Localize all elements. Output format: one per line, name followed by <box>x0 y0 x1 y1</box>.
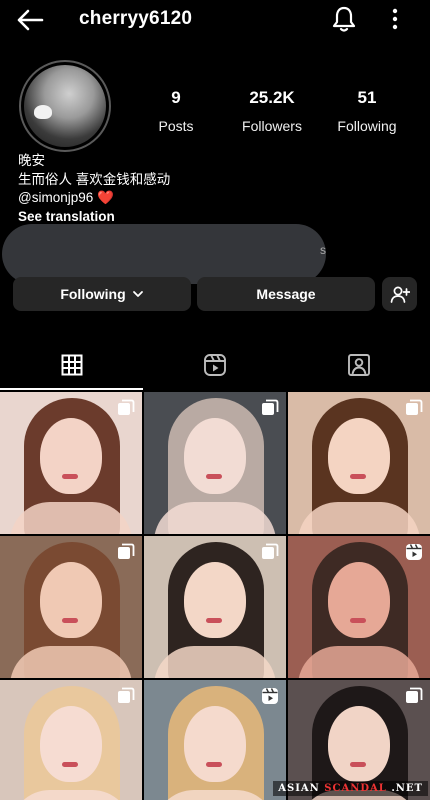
watermark-logo: ASIAN SCANDAL .NET <box>273 781 428 796</box>
following-button[interactable]: Following <box>13 277 191 311</box>
grid-icon <box>61 354 82 376</box>
heart-emoji: ❤️ <box>97 190 114 205</box>
watermark-left: ASIAN <box>278 783 320 794</box>
watermark-mid: SCANDAL <box>324 783 387 794</box>
add-user-icon <box>390 286 410 303</box>
carousel-icon <box>405 399 423 417</box>
followers-label: Followers <box>242 118 302 134</box>
suggested-users-button[interactable] <box>382 277 417 311</box>
carousel-icon <box>405 687 423 705</box>
message-button[interactable]: Message <box>197 277 375 311</box>
profile-tabs <box>0 340 430 390</box>
back-arrow-icon <box>17 9 44 31</box>
carousel-icon <box>261 543 279 561</box>
post-tile[interactable] <box>0 536 142 678</box>
tagged-icon <box>347 354 370 376</box>
back-button[interactable] <box>14 6 46 34</box>
posts-count: 9 <box>171 88 181 107</box>
redacted-text-tail: s <box>320 243 326 257</box>
carousel-icon <box>261 399 279 417</box>
profile-bio: 晚安 生而俗人 喜欢金钱和感动 @simonjp96 ❤️ See transl… <box>18 152 170 226</box>
bell-icon <box>332 6 356 32</box>
carousel-icon <box>117 543 135 561</box>
followers-count: 25.2K <box>249 88 295 107</box>
followers-stat[interactable]: 25.2K Followers <box>232 88 312 136</box>
message-button-label: Message <box>256 286 316 302</box>
post-tile[interactable] <box>144 536 286 678</box>
selected-tab-indicator <box>0 388 143 390</box>
posts-grid <box>0 392 430 800</box>
bio-line-2: 生而俗人 喜欢金钱和感动 <box>18 171 171 187</box>
reels-icon <box>405 543 423 561</box>
posts-stat[interactable]: 9 Posts <box>146 88 206 136</box>
notifications-button[interactable] <box>329 4 359 34</box>
avatar-image <box>24 65 106 147</box>
watermark-right: .NET <box>391 783 423 794</box>
carousel-icon <box>117 399 135 417</box>
chevron-down-icon <box>132 291 143 297</box>
bio-mention-line: @simonjp96 ❤️ <box>18 189 170 208</box>
post-tile[interactable] <box>288 392 430 534</box>
post-tile[interactable] <box>144 680 286 800</box>
profile-username: cherryy6120 <box>79 8 193 29</box>
redaction-overlay <box>2 224 326 284</box>
following-label: Following <box>337 118 397 134</box>
profile-avatar[interactable] <box>19 60 111 152</box>
tab-tagged[interactable] <box>287 340 430 390</box>
reels-icon <box>261 687 279 705</box>
bio-mention-link[interactable]: @simonjp96 <box>18 190 93 205</box>
more-vertical-icon <box>392 8 398 30</box>
following-stat[interactable]: 51 Following <box>332 88 402 136</box>
post-tile[interactable] <box>288 536 430 678</box>
bio-line-1: 晚安 <box>18 153 45 168</box>
following-count: 51 <box>357 88 377 107</box>
tab-posts-grid[interactable] <box>0 340 143 390</box>
posts-label: Posts <box>158 118 194 134</box>
following-button-label: Following <box>60 286 126 302</box>
carousel-icon <box>117 687 135 705</box>
tab-reels[interactable] <box>143 340 286 390</box>
more-options-button[interactable] <box>382 4 408 34</box>
reels-icon <box>203 354 226 376</box>
profile-screen: cherryy6120 9 Posts 25.2K Followers 51 F… <box>0 0 430 800</box>
post-tile[interactable] <box>0 392 142 534</box>
post-tile[interactable] <box>144 392 286 534</box>
top-bar: cherryy6120 <box>0 0 430 40</box>
post-tile[interactable] <box>0 680 142 800</box>
